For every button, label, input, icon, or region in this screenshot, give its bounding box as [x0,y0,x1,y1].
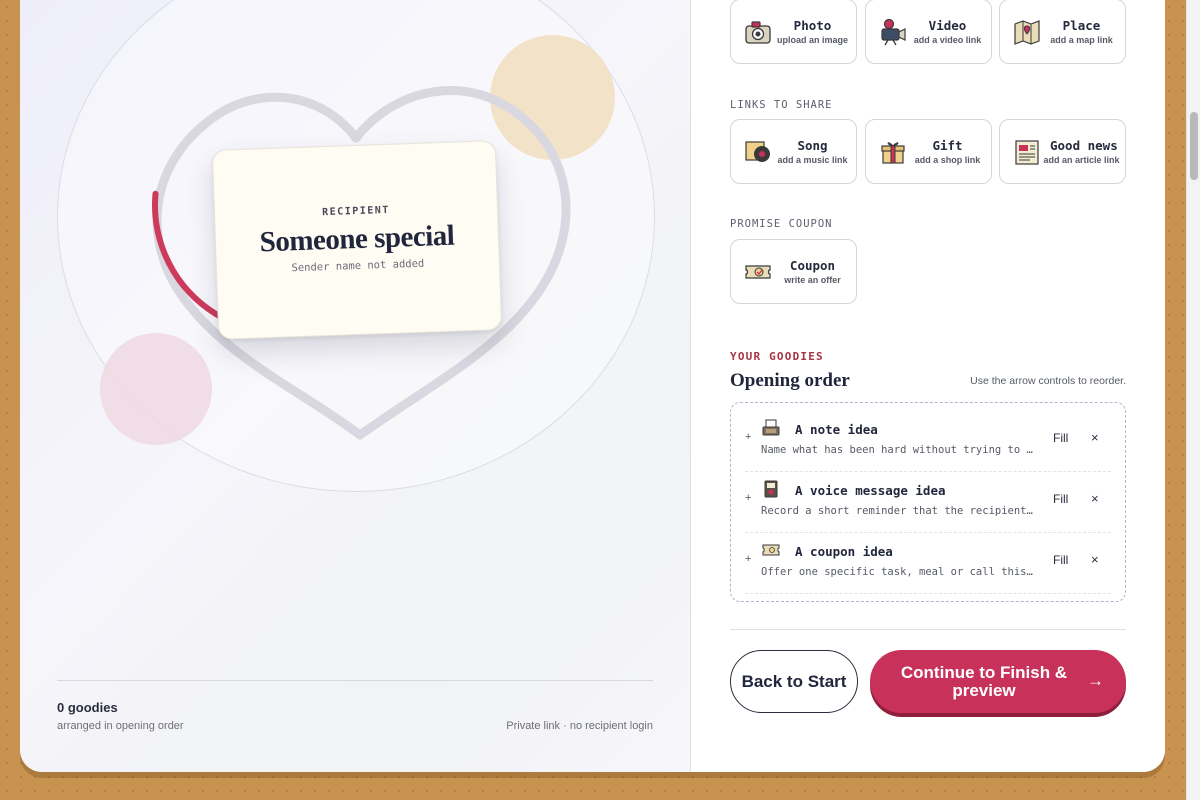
tile-sub: add a shop link [914,154,981,165]
tile-title: Video [928,17,967,33]
fill-button[interactable]: Fill [1053,492,1068,506]
tile-title: Coupon [789,257,836,273]
video-camera-icon [881,18,906,45]
back-to-start-button[interactable]: Back to Start [730,650,858,713]
goodies-count-sub: arranged in opening order [57,720,184,732]
ticket-icon [762,544,780,556]
tile-song[interactable]: Song add a music link [730,119,857,184]
remove-button[interactable]: × [1091,430,1099,445]
typewriter-icon [762,419,780,436]
tile-video[interactable]: Video add a video link [865,0,992,64]
actions-divider [730,629,1126,630]
recipient-name: Someone special [259,219,455,259]
expand-button[interactable]: + [745,492,751,504]
remove-button[interactable]: × [1091,552,1099,567]
goodies-count: 0 goodies [57,700,118,715]
newspaper-icon [1015,139,1039,165]
ticket-icon [745,264,771,279]
continue-label: Continue to Finish & preview [900,662,1068,700]
tile-coupon[interactable]: Coupon write an offer [730,239,857,304]
camera-icon [745,20,771,44]
tile-title: Gift [932,137,963,153]
tile-sub: upload an image [776,34,848,45]
tile-sub: add a video link [913,34,982,45]
tile-photo[interactable]: Photo upload an image [730,0,857,64]
tile-sub: add a music link [777,154,848,165]
fill-button[interactable]: Fill [1053,553,1068,567]
tile-title: Place [1062,17,1101,33]
app-window: RECIPIENT Someone special Sender name no… [20,0,1165,772]
recorder-icon [764,480,778,498]
tile-title: Song [797,137,828,153]
recipient-card: RECIPIENT Someone special Sender name no… [211,140,503,340]
record-icon [745,140,770,162]
expand-button[interactable]: + [745,553,751,565]
goodie-desc: Offer one specific task, meal or call th… [761,566,1033,578]
continue-button[interactable]: Continue to Finish & preview → [870,650,1126,713]
remove-button[interactable]: × [1091,491,1099,506]
section-label-links: LINKS TO SHARE [730,99,833,111]
tile-sub: add a map link [1050,34,1113,45]
arrow-right-icon: → [1087,671,1104,690]
tile-good-news[interactable]: Good news add an article link [999,119,1126,184]
fill-button[interactable]: Fill [1053,431,1068,445]
goodies-list: + A note idea Name what has been hard wi… [730,402,1126,602]
preview-pane: RECIPIENT Someone special Sender name no… [20,0,691,772]
tile-place[interactable]: Place add a map link [999,0,1126,64]
goodies-title: Opening order [730,370,850,391]
goodie-row-note[interactable]: + A note idea Name what has been hard wi… [745,411,1111,472]
goodies-hint: Use the arrow controls to reorder. [970,375,1126,387]
goodie-row-coupon[interactable]: + A coupon idea Offer one specific task,… [745,533,1111,594]
tile-sub: write an offer [784,274,841,285]
scrollbar-thumb[interactable] [1190,112,1198,180]
tile-gift[interactable]: Gift add a shop link [865,119,992,184]
goodies-eyebrow: YOUR GOODIES [730,350,824,363]
goodie-desc: Name what has been hard without trying t… [761,444,1033,456]
preview-footer: 0 goodies arranged in opening order Priv… [57,680,653,732]
goodie-title: A coupon idea [795,544,893,559]
map-icon [1014,19,1040,45]
tile-sub: add an article link [1043,154,1120,165]
goodie-title: A voice message idea [795,483,946,498]
tile-title: Photo [793,17,832,33]
tile-title: Good news [1050,137,1118,153]
page-scrollbar[interactable] [1186,0,1200,800]
editor-pane: Photo upload an image Video add a video li… [691,0,1165,772]
expand-button[interactable]: + [745,431,751,443]
section-label-coupon: PROMISE COUPON [730,218,833,230]
privacy-note: Private link · no recipient login [506,720,653,732]
goodie-row-voice[interactable]: + A voice message idea Record a short re… [745,472,1111,533]
goodie-title: A note idea [795,422,878,437]
gift-icon [881,141,905,164]
goodie-desc: Record a short reminder that the recipie… [761,505,1033,517]
